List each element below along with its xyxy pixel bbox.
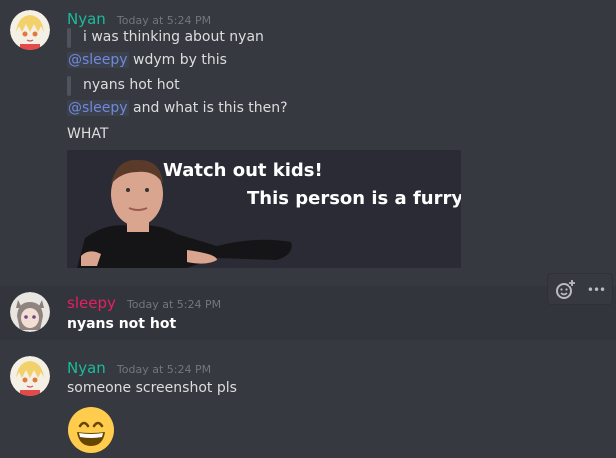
timestamp: Today at 5:24 PM — [126, 298, 222, 311]
quote-bar — [67, 76, 71, 96]
grinning-face-icon — [68, 407, 114, 453]
more-icon: ••• — [586, 283, 606, 297]
avatar[interactable] — [10, 356, 50, 396]
gif-caption: This person is a furry! — [247, 188, 461, 209]
timestamp: Today at 5:24 PM — [116, 363, 212, 376]
message-text: someone screenshot pls — [67, 380, 237, 396]
emoji[interactable] — [67, 406, 115, 454]
gif-embed[interactable]: Watch out kids! This person is a furry! — [67, 150, 461, 268]
message-text: WHAT — [67, 126, 109, 142]
quote-text: i was thinking about nyan — [83, 29, 264, 45]
message-actions-toolbar: ••• — [547, 273, 613, 305]
author-name[interactable]: sleepy — [67, 294, 116, 312]
more-options-button[interactable]: ••• — [584, 278, 608, 302]
gif-caption: Watch out kids! — [163, 160, 323, 181]
message-header: sleepy Today at 5:24 PM — [67, 293, 221, 312]
add-reaction-button[interactable] — [553, 278, 577, 302]
timestamp: Today at 5:24 PM — [116, 14, 212, 27]
avatar[interactable] — [10, 10, 50, 50]
quote-text: nyans hot hot — [83, 77, 180, 93]
user-mention[interactable]: @sleepy — [67, 100, 129, 116]
message-header: Nyan Today at 5:24 PM — [67, 9, 211, 28]
user-mention[interactable]: @sleepy — [67, 52, 129, 68]
message-line: @sleepy and what is this then? — [67, 100, 288, 116]
message-text: and what is this then? — [133, 100, 288, 116]
message-text: wdym by this — [133, 52, 227, 68]
author-name[interactable]: Nyan — [67, 359, 106, 377]
message-header: Nyan Today at 5:24 PM — [67, 358, 211, 377]
author-name[interactable]: Nyan — [67, 10, 106, 28]
add-reaction-icon — [556, 280, 575, 299]
message-text: nyans not hot — [67, 316, 177, 332]
quote-bar — [67, 28, 71, 48]
message-line: @sleepy wdym by this — [67, 52, 227, 68]
avatar[interactable] — [10, 292, 50, 332]
